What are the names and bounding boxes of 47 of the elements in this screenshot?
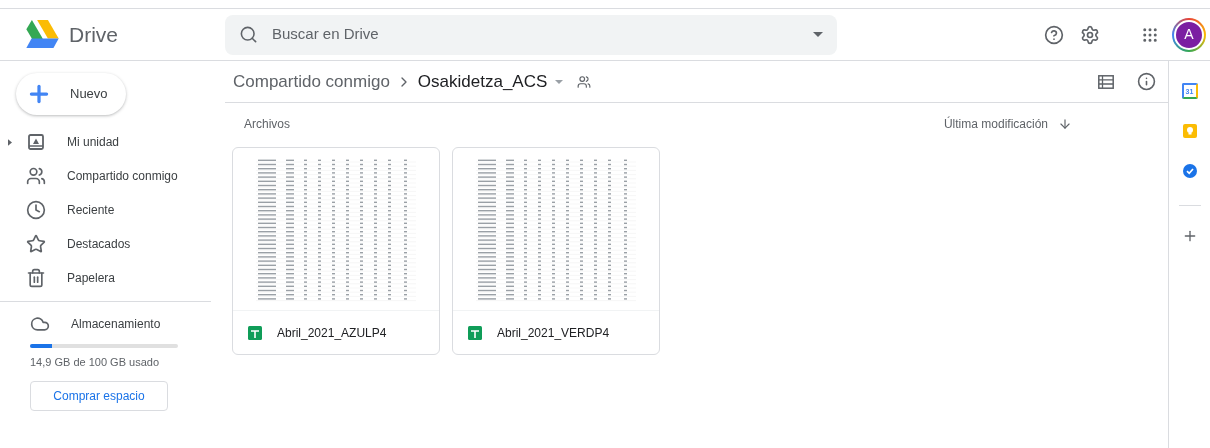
storage-label: Almacenamiento [71, 316, 161, 333]
search-input[interactable]: Buscar en Drive [272, 23, 799, 46]
sidebar-label: Reciente [67, 202, 115, 219]
cloud-icon [30, 314, 50, 334]
info-icon[interactable] [1137, 72, 1156, 91]
people-icon [26, 166, 46, 186]
drive-logo-icon [26, 20, 59, 49]
arrow-down-icon [1058, 117, 1072, 131]
file-card[interactable]: Abril_2021_VERDP4 [452, 147, 660, 355]
settings-icon [1080, 24, 1100, 45]
star-icon [26, 234, 46, 254]
storage-usage: 14,9 GB de 100 GB usado [30, 355, 161, 370]
grid-icon [1141, 25, 1159, 44]
people-icon [577, 74, 592, 89]
sidebar-item[interactable]: Reciente [0, 193, 211, 227]
sidebar-label: Mi unidad [67, 134, 120, 151]
sidebar-label: Compartido conmigo [67, 168, 178, 185]
spreadsheet-icon [468, 325, 482, 340]
search-bar[interactable]: Buscar en Drive [225, 14, 837, 55]
sidebar-item[interactable]: Destacados [0, 227, 211, 261]
file-card[interactable]: Abril_2021_AZULP4 [232, 147, 440, 355]
breadcrumb-item[interactable]: Osakidetza_ACS [417, 68, 548, 95]
sort-button[interactable]: Última modificación [943, 115, 1072, 133]
sidebar-label: Papelera [67, 270, 116, 287]
section-title: Archivos [244, 116, 290, 133]
trash-icon [26, 268, 46, 288]
expand-caret-icon[interactable] [8, 138, 12, 146]
spreadsheet-icon [248, 325, 262, 340]
sidebar-label: Destacados [67, 236, 131, 253]
caret-icon[interactable] [813, 32, 823, 37]
new-button[interactable]: Nuevo [16, 73, 126, 115]
sidebar-item[interactable]: Mi unidad [0, 125, 211, 159]
help-icon [1044, 24, 1064, 45]
check-circle-icon[interactable] [1181, 163, 1198, 179]
search-icon [239, 25, 258, 44]
drive-icon [26, 132, 46, 152]
file-name: Abril_2021_VERDP4 [497, 324, 610, 342]
clock-icon [26, 200, 46, 220]
breadcrumb-item[interactable]: Compartido conmigo [233, 68, 390, 95]
sidebar-item[interactable]: Compartido conmigo [0, 159, 211, 193]
list-view-icon[interactable] [1098, 74, 1114, 89]
avatar-button[interactable]: A [1174, 19, 1204, 50]
file-name: Abril_2021_AZULP4 [277, 324, 387, 342]
buy-storage-button[interactable]: Comprar espacio [30, 380, 168, 411]
app-name: Drive [69, 21, 118, 48]
sidebar-item[interactable]: Papelera [0, 261, 211, 295]
caret-icon[interactable] [555, 79, 564, 84]
